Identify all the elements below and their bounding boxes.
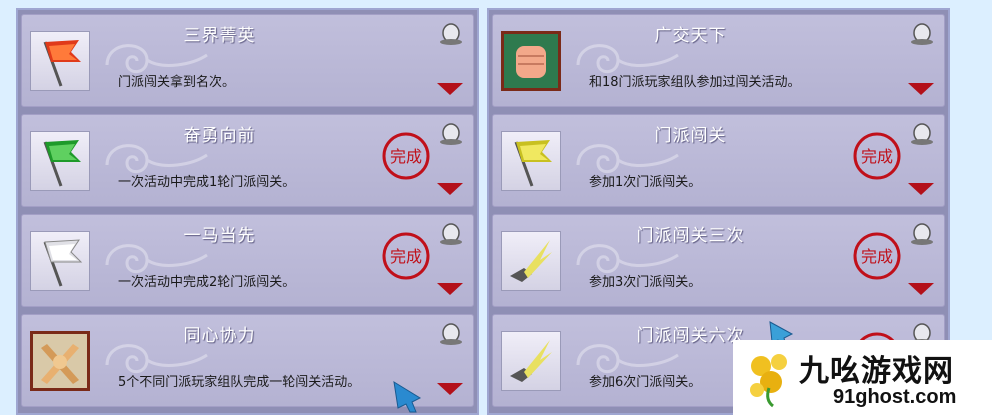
expand-arrow-icon[interactable] — [437, 283, 463, 295]
expand-arrow-icon[interactable] — [908, 283, 934, 295]
achievement-description: 参加6次门派闯关。 — [589, 375, 702, 390]
achievement-panel-left: 三界菁英 门派闯关拿到名次。 奋勇向前 一次活动中完成1轮门派闯关。 完成 一马… — [16, 8, 479, 415]
green-flag-icon — [30, 131, 90, 191]
svg-text:完成: 完成 — [390, 147, 422, 166]
svg-text:完成: 完成 — [861, 147, 893, 166]
lightning-boot-icon — [501, 331, 561, 391]
watermark-url: 91ghost.com — [833, 386, 957, 408]
achievement-card[interactable]: 奋勇向前 一次活动中完成1轮门派闯关。 完成 — [21, 114, 474, 207]
red-flag-icon — [30, 31, 90, 91]
achievement-description: 5个不同门派玩家组队完成一轮闯关活动。 — [118, 375, 361, 390]
bell-icon[interactable] — [908, 21, 936, 47]
achievement-title: 同心协力 — [183, 326, 256, 346]
expand-arrow-icon[interactable] — [437, 383, 463, 395]
achievement-card[interactable]: 门派闯关三次 参加3次门派闯关。 完成 — [492, 214, 945, 307]
achievement-card[interactable]: 门派闯关 参加1次门派闯关。 完成 — [492, 114, 945, 207]
crystal-cursor-icon — [393, 381, 422, 413]
achievement-description: 一次活动中完成1轮门派闯关。 — [118, 175, 296, 190]
achievement-title: 三界菁英 — [183, 26, 256, 46]
achievement-card[interactable]: 一马当先 一次活动中完成2轮门派闯关。 完成 — [21, 214, 474, 307]
completed-stamp-icon: 完成 — [382, 132, 430, 180]
expand-arrow-icon[interactable] — [908, 83, 934, 95]
expand-arrow-icon[interactable] — [908, 183, 934, 195]
achievement-card[interactable]: 广交天下 和18门派玩家组队参加过闯关活动。 — [492, 14, 945, 107]
lightning-boot-icon — [501, 231, 561, 291]
achievement-description: 参加1次门派闯关。 — [589, 175, 702, 190]
completed-stamp-icon: 完成 — [382, 232, 430, 280]
achievement-description: 一次活动中完成2轮门派闯关。 — [118, 275, 296, 290]
expand-arrow-icon[interactable] — [437, 83, 463, 95]
bell-icon[interactable] — [437, 321, 465, 347]
fist-icon — [501, 31, 561, 91]
yellow-flag-icon — [501, 131, 561, 191]
bell-icon[interactable] — [908, 221, 936, 247]
site-watermark: 九吆游戏网 91ghost.com — [733, 340, 992, 415]
achievement-description: 和18门派玩家组队参加过闯关活动。 — [589, 75, 801, 90]
svg-text:完成: 完成 — [390, 247, 422, 266]
achievement-description: 门派闯关拿到名次。 — [118, 75, 236, 90]
completed-stamp-icon: 完成 — [853, 132, 901, 180]
svg-text:完成: 完成 — [861, 247, 893, 266]
achievement-title: 门派闯关 — [654, 126, 727, 146]
achievement-title: 广交天下 — [654, 26, 727, 46]
bell-icon[interactable] — [437, 21, 465, 47]
completed-stamp-icon: 完成 — [853, 232, 901, 280]
achievement-description: 参加3次门派闯关。 — [589, 275, 702, 290]
expand-arrow-icon[interactable] — [437, 183, 463, 195]
achievement-card[interactable]: 三界菁英 门派闯关拿到名次。 — [21, 14, 474, 107]
bell-icon[interactable] — [908, 121, 936, 147]
achievement-title: 一马当先 — [183, 226, 256, 246]
white-flag-icon — [30, 231, 90, 291]
bell-icon[interactable] — [437, 221, 465, 247]
bell-icon[interactable] — [437, 121, 465, 147]
chrysanthemum-logo-icon — [750, 354, 787, 408]
achievement-title: 门派闯关三次 — [636, 226, 745, 246]
crossed-hands-icon — [30, 331, 90, 391]
achievement-title: 奋勇向前 — [183, 126, 256, 146]
watermark-title: 九吆游戏网 — [799, 354, 954, 389]
